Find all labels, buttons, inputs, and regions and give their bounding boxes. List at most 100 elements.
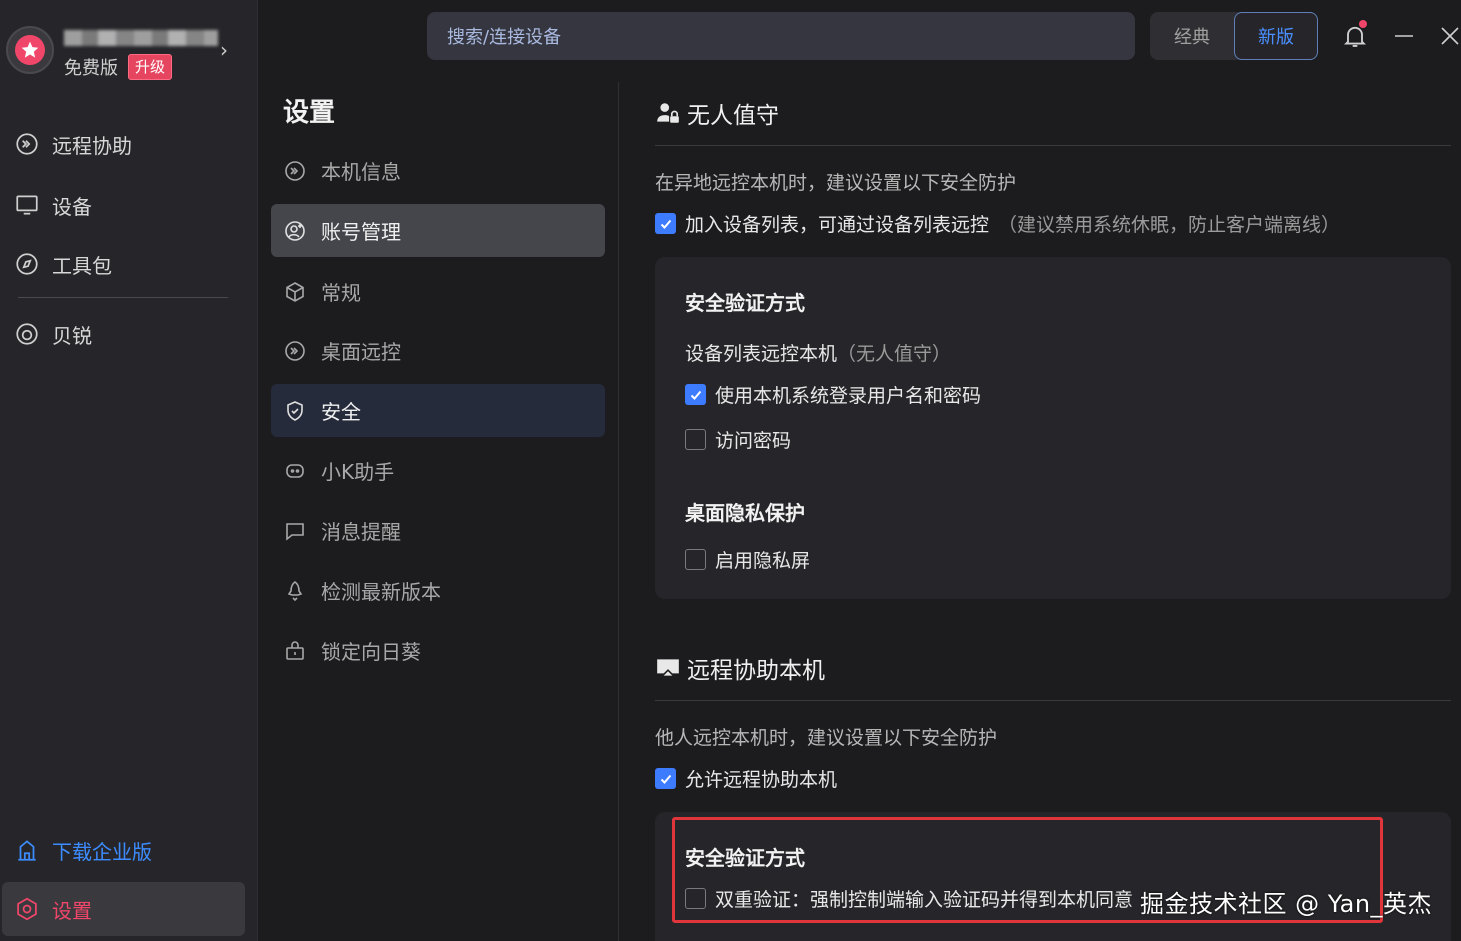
- privacy-screen-checkbox[interactable]: 启用隐私屏: [685, 546, 810, 573]
- sidebar-item-toolkit[interactable]: 工具包: [14, 244, 244, 284]
- upgrade-badge[interactable]: 升级: [128, 54, 173, 80]
- menu-item-label: 本机信息: [321, 160, 401, 184]
- checkbox-checked[interactable]: [655, 768, 676, 789]
- star-icon: [15, 35, 45, 65]
- settings-title: 设置: [283, 98, 336, 128]
- menu-item-desktop-remote[interactable]: 桌面远控: [271, 324, 605, 377]
- search-placeholder: 搜索/连接设备: [447, 27, 562, 48]
- add-device-checkbox[interactable]: 加入设备列表，可通过设备列表远控 （建议禁用系统休眠，防止客户端离线）: [655, 210, 1340, 237]
- cube-icon: [286, 281, 304, 302]
- remote-assist-section-title: 远程协助本机: [655, 651, 825, 685]
- allow-remote-assist-checkbox[interactable]: 允许远程协助本机: [655, 765, 837, 792]
- menu-item-label: 安全: [321, 400, 361, 424]
- use-system-login-checkbox[interactable]: 使用本机系统登录用户名和密码: [685, 381, 981, 408]
- section-title-label: 远程协助本机: [687, 658, 825, 684]
- device-list-text: 设备列表远控本机: [685, 343, 838, 365]
- unattended-section-title: 无人值守: [655, 96, 779, 130]
- assistant-icon: [286, 463, 304, 478]
- menu-item-device-info[interactable]: 本机信息: [271, 144, 605, 197]
- settings-label: 设置: [52, 898, 92, 923]
- menu-item-label: 常规: [321, 281, 361, 305]
- menu-item-security[interactable]: 安全: [271, 384, 605, 437]
- oray-icon: [16, 323, 38, 345]
- remote-assist-icon: [16, 133, 38, 155]
- monitor-icon: [16, 195, 38, 215]
- rocket-icon: [287, 580, 303, 601]
- menu-item-account[interactable]: 账号管理: [271, 204, 605, 257]
- lock-icon: [286, 640, 304, 660]
- plan-label: 免费版: [64, 58, 118, 79]
- building-icon: [18, 840, 36, 861]
- sidebar-divider: [18, 297, 228, 298]
- unattended-verify-panel: 安全验证方式 设备列表远控本机（无人值守） 使用本机系统登录用户名和密码 访问密…: [655, 257, 1451, 599]
- device-list-hint: （无人值守）: [837, 343, 952, 365]
- sidebar-item-label: 贝锐: [52, 323, 92, 348]
- checkbox-unchecked[interactable]: [685, 549, 706, 570]
- download-label: 下载企业版: [52, 839, 152, 864]
- menu-item-check-update[interactable]: 检测最新版本: [271, 564, 605, 617]
- mode-new-button[interactable]: 新版: [1234, 12, 1318, 60]
- menu-item-assistant[interactable]: 小K助手: [271, 444, 605, 497]
- username-blurred: [64, 30, 218, 46]
- access-password-checkbox[interactable]: 访问密码: [685, 426, 791, 453]
- user-lock-icon: [657, 103, 679, 123]
- sidebar-item-remote-assist[interactable]: 远程协助: [14, 124, 244, 164]
- sidebar-item-devices[interactable]: 设备: [14, 185, 244, 225]
- search-input[interactable]: 搜索/连接设备: [427, 12, 1135, 60]
- unattended-description: 在异地远控本机时，建议设置以下安全防护: [655, 172, 1017, 194]
- section-divider: [655, 145, 1451, 146]
- shield-icon: [287, 400, 303, 421]
- privacy-screen-label: 启用隐私屏: [715, 550, 811, 572]
- allow-remote-assist-label: 允许远程协助本机: [685, 769, 838, 791]
- compass-icon: [16, 253, 38, 275]
- checkbox-checked[interactable]: [685, 384, 706, 405]
- add-device-label: 加入设备列表，可通过设备列表远控: [685, 214, 990, 236]
- verify-heading: 安全验证方式: [685, 291, 805, 315]
- privacy-heading: 桌面隐私保护: [685, 501, 805, 525]
- bell-icon[interactable]: [1341, 20, 1369, 50]
- device-list-label: 设备列表远控本机（无人值守）: [685, 339, 951, 366]
- device-info-icon: [285, 160, 305, 181]
- checkbox-unchecked[interactable]: [685, 429, 706, 450]
- menu-item-label: 桌面远控: [321, 340, 401, 364]
- sidebar-item-label: 设备: [52, 194, 92, 219]
- sidebar-item-label: 远程协助: [52, 133, 132, 158]
- menu-item-label: 检测最新版本: [321, 580, 441, 604]
- menu-item-messages[interactable]: 消息提醒: [271, 504, 605, 557]
- vertical-divider: [618, 82, 619, 941]
- app-window: 免费版 升级 › 远程协助 设备 工具包 贝锐 下载企业版 设置 搜索/连接设备…: [0, 0, 1461, 941]
- sidebar-item-label: 工具包: [52, 253, 112, 278]
- checkbox-checked[interactable]: [655, 213, 676, 234]
- menu-item-label: 账号管理: [321, 220, 401, 244]
- mode-classic-button[interactable]: 经典: [1150, 12, 1234, 60]
- screen-cast-icon: [657, 659, 679, 676]
- access-password-label: 访问密码: [715, 430, 792, 452]
- sidebar: 免费版 升级 › 远程协助 设备 工具包 贝锐 下载企业版 设置: [0, 0, 258, 941]
- menu-item-label: 锁定向日葵: [321, 640, 421, 664]
- menu-item-label: 消息提醒: [321, 520, 401, 544]
- section-divider: [655, 700, 1451, 701]
- menu-item-general[interactable]: 常规: [271, 265, 605, 318]
- mode-switch: 经典 新版: [1150, 12, 1318, 60]
- gear-icon: [17, 897, 37, 921]
- minimize-icon[interactable]: [1393, 22, 1415, 50]
- remote-assist-description: 他人远控本机时，建议设置以下安全防护: [655, 727, 998, 749]
- use-system-login-label: 使用本机系统登录用户名和密码: [715, 385, 982, 407]
- account-icon: [285, 220, 305, 241]
- download-enterprise-link[interactable]: 下载企业版: [14, 830, 152, 870]
- plan-info: 免费版 升级: [64, 54, 173, 80]
- sidebar-item-oray[interactable]: 贝锐: [14, 314, 244, 354]
- avatar: [6, 26, 54, 74]
- add-device-hint: （建议禁用系统休眠，防止客户端离线）: [998, 214, 1341, 236]
- user-profile[interactable]: 免费版 升级 ›: [4, 24, 254, 80]
- section-title-label: 无人值守: [687, 103, 779, 129]
- message-icon: [286, 522, 304, 541]
- watermark: 掘金技术社区 @ Yan_英杰: [1140, 890, 1433, 918]
- desktop-remote-icon: [285, 340, 305, 361]
- menu-item-lock[interactable]: 锁定向日葵: [271, 624, 605, 677]
- close-icon[interactable]: [1438, 22, 1461, 50]
- menu-item-label: 小K助手: [321, 460, 395, 484]
- sidebar-item-settings[interactable]: 设置: [2, 882, 245, 936]
- notification-dot: [1359, 20, 1367, 28]
- chevron-right-icon[interactable]: ›: [220, 38, 228, 62]
